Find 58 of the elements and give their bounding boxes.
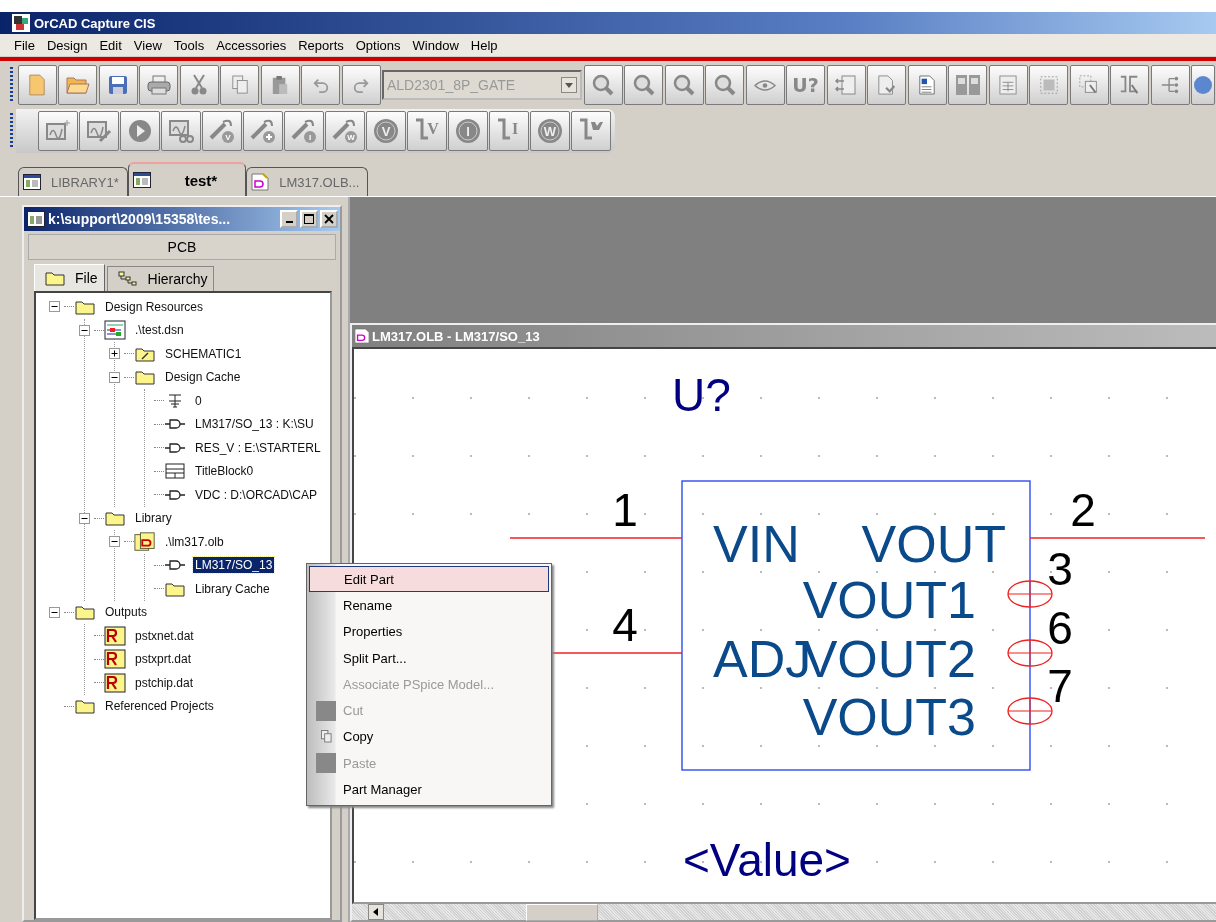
- menu-item[interactable]: Properties: [309, 618, 549, 645]
- pin-number: 1: [612, 484, 638, 536]
- marker-circle-icon: V: [373, 118, 399, 144]
- tree-item[interactable]: Library Cache: [193, 580, 272, 597]
- pin-name: VIN: [713, 515, 800, 573]
- tree-item[interactable]: Library: [133, 510, 174, 527]
- panel-header: PCB: [28, 234, 336, 260]
- window-title: LM317.OLB - LM317/SO_13: [372, 328, 540, 344]
- tree-item[interactable]: Referenced Projects: [103, 698, 216, 715]
- pin-number: 4: [612, 599, 638, 651]
- marker-circle-icon: I: [455, 118, 481, 144]
- menu-item[interactable]: Design: [40, 37, 94, 53]
- menu-item[interactable]: Help: [464, 37, 504, 53]
- menu-item[interactable]: Edit Part: [309, 566, 549, 593]
- tree-item[interactable]: TitleBlock0: [193, 463, 256, 480]
- document-tab[interactable]: LIBRARY1*: [18, 167, 128, 196]
- menu-item[interactable]: View: [127, 37, 168, 53]
- window-title: k:\support\2009\15358\tes...: [48, 211, 232, 227]
- menu-item[interactable]: Part Manager: [309, 776, 549, 803]
- tree-item[interactable]: pstchip.dat: [133, 674, 196, 691]
- pin-number: 7: [1047, 660, 1073, 712]
- window-title: OrCAD Capture CIS: [34, 15, 156, 31]
- tree-item[interactable]: LM317/SO_13: [193, 557, 275, 574]
- tree-item[interactable]: Design Resources: [103, 298, 206, 315]
- menu-item[interactable]: Accessories: [210, 37, 293, 53]
- tree-item[interactable]: pstxprt.dat: [133, 651, 194, 668]
- menu-item[interactable]: Options: [349, 37, 407, 53]
- document-tab[interactable]: LM317.OLB...: [246, 167, 369, 196]
- tree-item[interactable]: VDC : D:\ORCAD\CAP: [193, 486, 319, 503]
- menu-item[interactable]: Window: [406, 37, 465, 53]
- tree-item[interactable]: .\test.dsn: [133, 322, 186, 339]
- tree-item[interactable]: RES_V : E:\STARTERL: [193, 439, 323, 456]
- value-label: <Value>: [683, 834, 851, 886]
- marker-circle-icon: W: [537, 118, 563, 144]
- pin-name: VOUT3: [802, 688, 976, 746]
- pin-name: VOUT: [861, 515, 1006, 573]
- pin-name: VOUT1: [802, 571, 976, 629]
- tree-item[interactable]: 0: [193, 392, 204, 409]
- reference-designator: U?: [672, 369, 731, 421]
- menu-item[interactable]: File: [8, 37, 41, 53]
- tree-item[interactable]: SCHEMATIC1: [163, 345, 244, 362]
- menu-item[interactable]: Copy: [309, 723, 549, 751]
- tree-item[interactable]: Design Cache: [163, 369, 243, 386]
- pin-number: 3: [1047, 543, 1073, 595]
- tree-item[interactable]: pstxnet.dat: [133, 627, 196, 644]
- tree-item[interactable]: .\lm317.olb: [163, 533, 226, 550]
- menu-item[interactable]: Tools: [167, 37, 211, 53]
- tree-item[interactable]: LM317/SO_13 : K:\SU: [193, 416, 316, 433]
- document-tab[interactable]: test*: [127, 162, 247, 196]
- menu-item[interactable]: Reports: [292, 37, 350, 53]
- menu-item[interactable]: Split Part...: [309, 644, 549, 672]
- panel-tab[interactable]: File: [34, 264, 105, 291]
- tree-item[interactable]: Outputs: [103, 604, 150, 621]
- menu-item[interactable]: Rename: [309, 592, 549, 619]
- menu-item[interactable]: Edit: [93, 37, 128, 53]
- panel-tab[interactable]: Hierarchy: [106, 266, 215, 291]
- pin-number: 2: [1070, 484, 1096, 536]
- pin-number: 6: [1047, 602, 1073, 654]
